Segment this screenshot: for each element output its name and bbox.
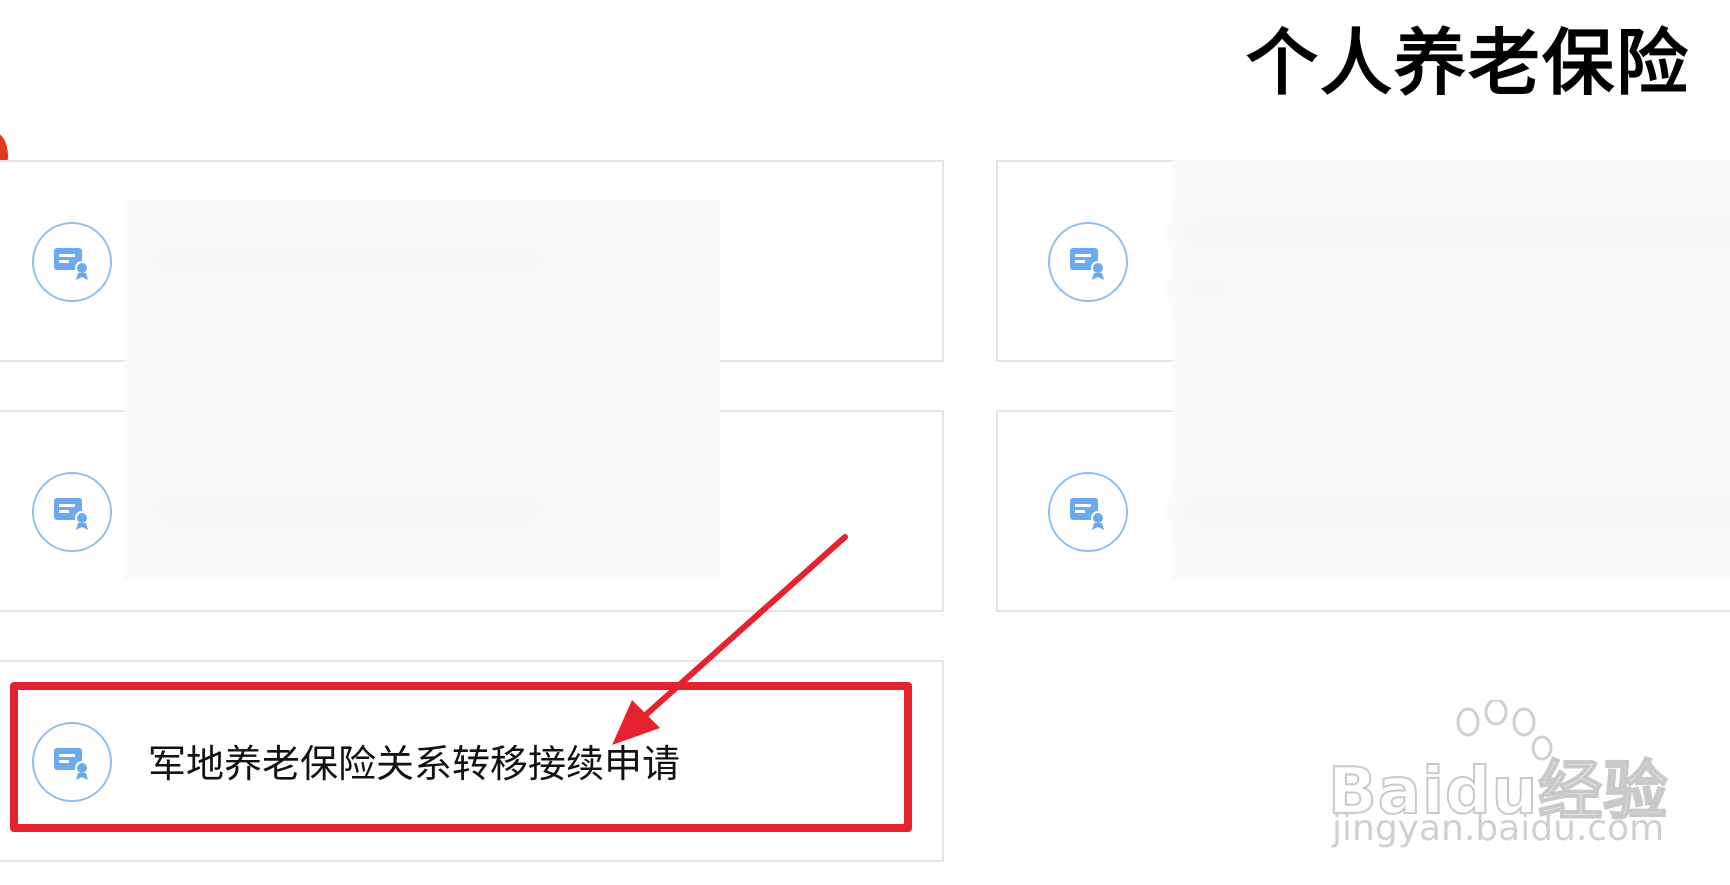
baidu-watermark: Baidu经验 jingyan.baidu.com (1318, 700, 1698, 850)
watermark-url: jingyan.baidu.com (1332, 808, 1665, 849)
